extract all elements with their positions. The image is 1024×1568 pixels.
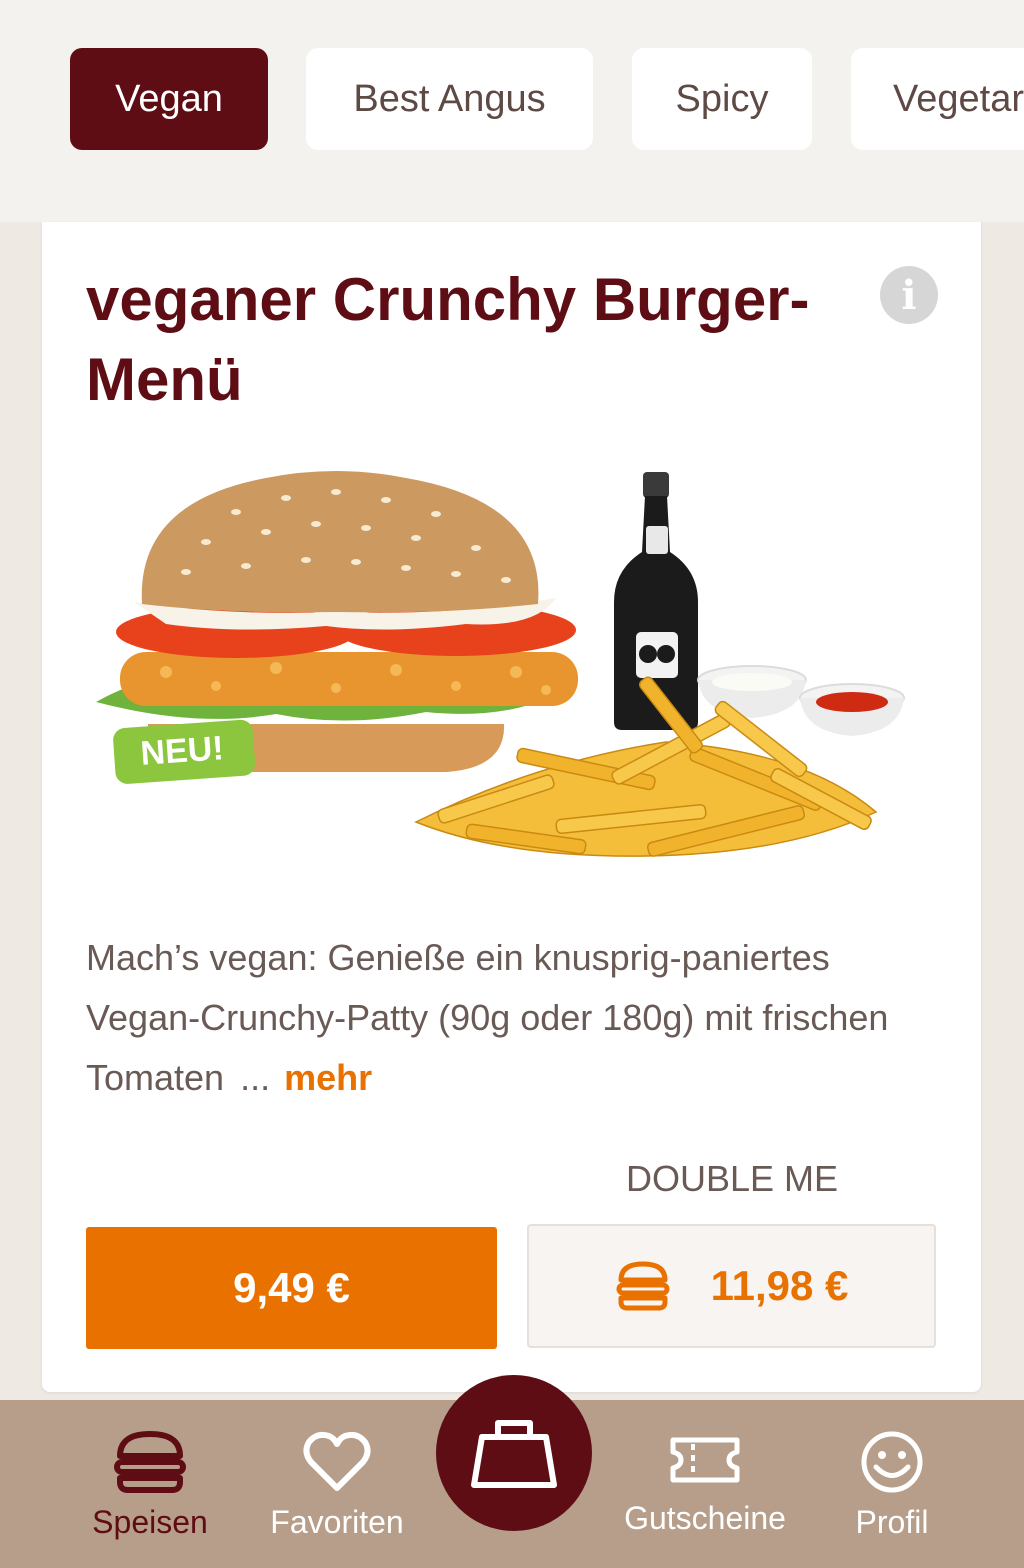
nav-gutscheine-label: Gutscheine [624, 1500, 786, 1536]
tab-spicy[interactable]: Spicy [632, 48, 812, 150]
double-me-label: DOUBLE ME [625, 1158, 839, 1199]
product-image: NEU! [96, 471, 905, 857]
new-badge-text: NEU! [139, 729, 225, 773]
smiley-icon [861, 1431, 923, 1493]
nav-favoriten[interactable]: Favoriten [262, 1430, 412, 1541]
shopping-bag-icon [471, 1420, 557, 1488]
nav-speisen-label: Speisen [92, 1504, 208, 1540]
product-card: veganer Crunchy Burger-Menü i NEU! Mach’… [42, 222, 981, 1392]
product-title: veganer Crunchy Burger-Menü [86, 266, 810, 413]
nav-favoriten-label: Favoriten [270, 1504, 404, 1540]
price-label: 9,49 € [233, 1264, 350, 1311]
heart-icon [303, 1431, 371, 1491]
category-tab-bar: Vegan Best Angus Spicy Vegetar [0, 0, 1024, 222]
description-ellipsis: ... [240, 1057, 271, 1098]
burger-icon [114, 1431, 186, 1493]
cart-button[interactable] [436, 1375, 592, 1531]
more-link[interactable]: mehr [284, 1057, 372, 1098]
nav-profil-label: Profil [855, 1504, 929, 1540]
tab-best-angus[interactable]: Best Angus [306, 48, 593, 150]
double-price-label: 11,98 € [710, 1262, 849, 1309]
product-description: Mach’s vegan: Genieße ein knusprig-panie… [86, 928, 916, 1108]
description-text: Mach’s vegan: Genieße ein knusprig-panie… [86, 937, 889, 1098]
tab-vegan[interactable]: Vegan [70, 48, 268, 150]
burger-icon [616, 1261, 670, 1311]
nav-speisen[interactable]: Speisen [78, 1430, 222, 1541]
nav-profil[interactable]: Profil [840, 1430, 944, 1541]
nav-gutscheine[interactable]: Gutscheine [615, 1430, 795, 1537]
price-button[interactable]: 9,49 € [86, 1227, 497, 1349]
info-icon[interactable]: i [880, 266, 938, 324]
tab-vegetarian[interactable]: Vegetar [851, 48, 1024, 150]
double-me-button[interactable]: 11,98 € [527, 1224, 936, 1348]
coupon-icon [670, 1437, 740, 1483]
